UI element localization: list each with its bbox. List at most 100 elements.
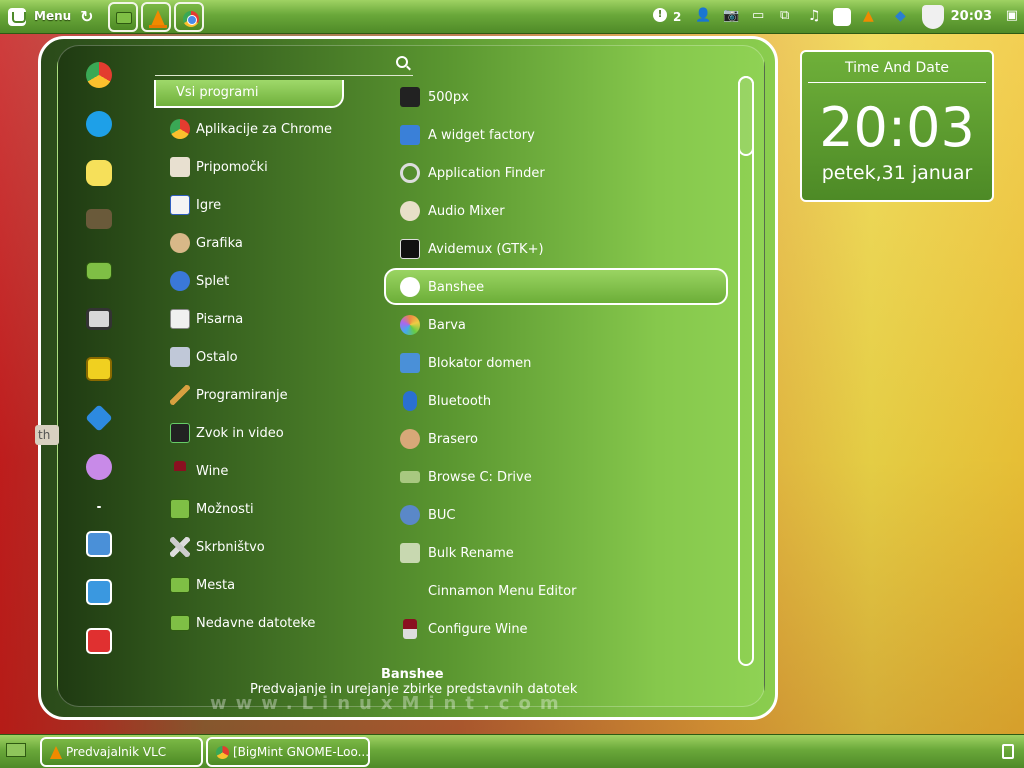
app-500px[interactable]: 500px <box>400 86 469 108</box>
app-bluetooth[interactable]: Bluetooth <box>400 390 491 412</box>
category-administration[interactable]: Skrbništvo <box>170 536 265 558</box>
bottom-panel: Predvajalnik VLC [BigMint GNOME-Loo... <box>0 734 1024 768</box>
app-configure-wine[interactable]: Configure Wine <box>400 618 528 640</box>
music-icon[interactable]: ♫ <box>808 8 821 26</box>
500px-icon <box>400 87 420 107</box>
office-icon <box>170 309 190 329</box>
desklet-time: 20:03 <box>819 96 975 159</box>
wine-glass-icon <box>174 461 186 481</box>
recent-folder-icon <box>170 615 190 631</box>
category-all-programs[interactable]: Vsi programi <box>154 80 344 108</box>
category-accessories[interactable]: Pripomočki <box>170 156 268 178</box>
search-input[interactable] <box>155 54 413 76</box>
app-application-finder[interactable]: Application Finder <box>400 162 545 184</box>
chrome-icon <box>170 119 190 139</box>
task-chrome[interactable]: [BigMint GNOME-Loo... <box>206 737 370 767</box>
dropbox-icon[interactable]: ◆ <box>895 8 906 26</box>
files-launcher[interactable] <box>108 2 138 32</box>
favorite-scanner-icon[interactable] <box>86 308 112 330</box>
app-audio-mixer[interactable]: Audio Mixer <box>400 200 505 222</box>
favorite-skype-icon[interactable] <box>86 111 112 137</box>
app-banshee[interactable]: Banshee <box>400 276 484 298</box>
category-games[interactable]: Igre <box>170 194 221 216</box>
audio-mixer-icon <box>400 201 420 221</box>
preferences-icon <box>170 499 190 519</box>
category-label: Vsi programi <box>176 85 259 100</box>
linuxmint-watermark: www.LinuxMint.com <box>210 693 568 714</box>
hammer-icon <box>170 385 190 405</box>
category-programming[interactable]: Programiranje <box>170 384 288 406</box>
search-icon[interactable] <box>396 56 408 68</box>
shield-icon[interactable] <box>922 5 944 29</box>
bluetooth-icon <box>403 391 417 411</box>
app-brasero[interactable]: Brasero <box>400 428 478 450</box>
category-office[interactable]: Pisarna <box>170 308 243 330</box>
screenshot-icon[interactable]: 📷 <box>723 8 739 26</box>
favorite-chrome-icon[interactable] <box>86 62 112 88</box>
drive-icon <box>400 471 420 483</box>
app-a-widget-factory[interactable]: A widget factory <box>400 124 535 146</box>
lock-screen-icon[interactable] <box>86 531 112 557</box>
trash-icon[interactable] <box>1002 744 1014 759</box>
panel-clock[interactable]: 20:03 <box>951 9 992 24</box>
refresh-icon[interactable]: ↻ <box>80 8 93 26</box>
favorite-pidgin-icon[interactable] <box>86 160 112 186</box>
update-manager-icon[interactable] <box>833 8 851 26</box>
buc-icon <box>400 505 420 525</box>
wine-config-icon <box>403 619 417 639</box>
favorite-gimp-icon[interactable] <box>86 209 112 229</box>
category-sound-video[interactable]: Zvok in video <box>170 422 284 444</box>
vlc-cone-icon <box>151 10 165 26</box>
alert-icon: ! <box>653 8 667 22</box>
app-list-scrollbar[interactable] <box>738 76 754 666</box>
category-chrome-apps[interactable]: Aplikacije za Chrome <box>170 118 332 140</box>
notification-indicator[interactable]: ! <box>653 8 667 26</box>
category-internet[interactable]: Splet <box>170 270 229 292</box>
other-icon <box>170 347 190 367</box>
scrollbar-thumb[interactable] <box>738 76 754 156</box>
power-icon[interactable] <box>86 628 112 654</box>
linux-mint-logo-icon[interactable] <box>8 8 26 26</box>
app-browse-c-drive[interactable]: Browse C: Drive <box>400 466 532 488</box>
category-places[interactable]: Mesta <box>170 574 235 596</box>
workspace-switcher-icon[interactable]: ▣ <box>1006 8 1018 26</box>
menu-button[interactable]: Menu <box>34 9 71 23</box>
task-vlc[interactable]: Predvajalnik VLC <box>40 737 203 767</box>
app-cinnamon-menu-editor[interactable]: Cinnamon Menu Editor <box>400 580 576 602</box>
display-icon[interactable]: ⧉ <box>780 8 789 26</box>
app-bulk-rename[interactable]: Bulk Rename <box>400 542 514 564</box>
app-blokator-domen[interactable]: Blokator domen <box>400 352 531 374</box>
time-date-desklet: Time And Date 20:03 petek,31 januar <box>800 50 994 202</box>
category-wine[interactable]: Wine <box>170 460 228 482</box>
menu-editor-icon <box>400 581 420 601</box>
chrome-icon <box>183 11 199 27</box>
favorite-ruler-icon[interactable] <box>86 357 112 381</box>
chrome-launcher[interactable] <box>174 2 204 32</box>
favorite-empathy-icon[interactable] <box>86 454 112 480</box>
logout-icon[interactable] <box>86 579 112 605</box>
category-other[interactable]: Ostalo <box>170 346 238 368</box>
chrome-icon <box>216 745 229 759</box>
app-avidemux[interactable]: Avidemux (GTK+) <box>400 238 544 260</box>
favorite-home-folder-icon[interactable] <box>86 262 112 280</box>
top-panel: Menu ↻ ! 2 👤 📷 ▭ ⧉ ♫ ▲ ◆ 20:03 ▣ <box>0 0 1024 34</box>
games-icon <box>170 195 190 215</box>
app-buc[interactable]: BUC <box>400 504 456 526</box>
app-barva[interactable]: Barva <box>400 314 466 336</box>
drive-icon[interactable]: ▭ <box>752 8 764 26</box>
category-recent-files[interactable]: Nedavne datoteke <box>170 612 315 634</box>
favorite-separator <box>97 506 101 508</box>
color-picker-icon <box>400 315 420 335</box>
show-desktop-icon[interactable] <box>6 743 26 757</box>
magnifier-icon <box>400 163 420 183</box>
desklet-title: Time And Date <box>845 60 949 76</box>
vlc-tray-icon[interactable]: ▲ <box>863 8 874 26</box>
user-icon[interactable]: 👤 <box>695 8 711 26</box>
graphics-palette-icon <box>170 233 190 253</box>
category-preferences[interactable]: Možnosti <box>170 498 254 520</box>
category-graphics[interactable]: Grafika <box>170 232 243 254</box>
vlc-launcher[interactable] <box>141 2 171 32</box>
multimedia-icon <box>170 423 190 443</box>
folder-icon <box>170 577 190 593</box>
tools-icon <box>170 537 190 557</box>
